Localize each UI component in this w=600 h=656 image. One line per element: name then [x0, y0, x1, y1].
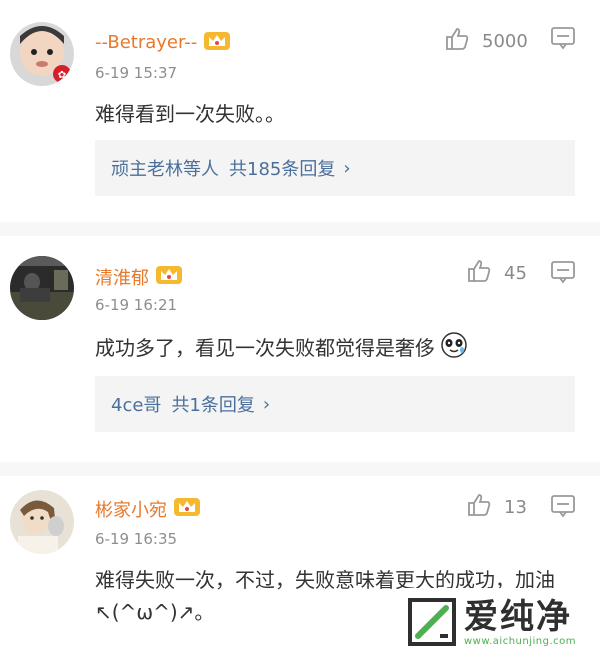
- username[interactable]: --Betrayer--: [95, 28, 231, 57]
- like-button[interactable]: 5000: [444, 26, 528, 57]
- reply-users[interactable]: 顽主老林等人: [111, 155, 219, 181]
- watermark-url: www.aichunjing.com: [464, 635, 576, 647]
- crown-badge-icon: [203, 28, 231, 57]
- comment-text: 难得看到一次失败。。: [95, 102, 285, 126]
- chevron-right-icon: ›: [343, 157, 351, 179]
- thumbs-up-icon: [466, 492, 492, 523]
- avatar[interactable]: ✿: [10, 22, 74, 86]
- divider: [0, 462, 600, 476]
- username-text[interactable]: --Betrayer--: [95, 32, 197, 53]
- chevron-right-icon: ›: [262, 393, 271, 415]
- like-count: 13: [504, 497, 527, 518]
- panda-emoji-icon: [441, 332, 468, 367]
- username[interactable]: 清淮郁: [95, 262, 183, 291]
- watermark-title: 爱纯净: [464, 596, 572, 637]
- reply-comment-icon[interactable]: [550, 494, 576, 522]
- comment-item: ✿ --Betrayer-- 6-19 15:37 5000 难得看到一次失败。…: [0, 0, 600, 222]
- replies-summary[interactable]: 顽主老林等人 共185条回复 ›: [95, 140, 575, 196]
- reply-comment-icon[interactable]: [550, 260, 576, 288]
- username-text[interactable]: 彬家小宛: [95, 496, 167, 522]
- timestamp: 6-19 16:21: [95, 296, 178, 314]
- like-count: 5000: [482, 31, 528, 52]
- timestamp: 6-19 15:37: [95, 64, 178, 82]
- username-text[interactable]: 清淮郁: [95, 264, 149, 290]
- username[interactable]: 彬家小宛: [95, 494, 201, 523]
- avatar[interactable]: [10, 256, 74, 320]
- avatar[interactable]: [10, 490, 74, 554]
- comment-item: 清淮郁 6-19 16:21 45 成功多了，看见一次失败都觉得是奢侈 4ce哥…: [0, 236, 600, 472]
- thumbs-up-icon: [444, 26, 470, 57]
- like-button[interactable]: 45: [466, 258, 527, 289]
- crown-badge-icon: [173, 494, 201, 523]
- like-button[interactable]: 13: [466, 492, 527, 523]
- comment-text-content: 成功多了，看见一次失败都觉得是奢侈: [95, 336, 435, 360]
- aichunjing-logo-icon: [404, 594, 460, 650]
- watermark: 爱纯净 www.aichunjing.com: [400, 588, 600, 656]
- crown-badge-icon: [155, 262, 183, 291]
- reply-count[interactable]: 共1条回复: [171, 391, 254, 417]
- replies-summary[interactable]: 4ce哥 共1条回复 ›: [95, 376, 575, 432]
- thumbs-up-icon: [466, 258, 492, 289]
- timestamp: 6-19 16:35: [95, 530, 178, 548]
- reply-comment-icon[interactable]: [550, 26, 576, 54]
- comment-text: 成功多了，看见一次失败都觉得是奢侈: [95, 332, 578, 367]
- reply-count[interactable]: 共185条回复: [229, 155, 335, 181]
- divider: [0, 222, 600, 236]
- reply-users[interactable]: 4ce哥: [111, 391, 161, 417]
- svg-text:✿: ✿: [58, 70, 66, 81]
- like-count: 45: [504, 263, 527, 284]
